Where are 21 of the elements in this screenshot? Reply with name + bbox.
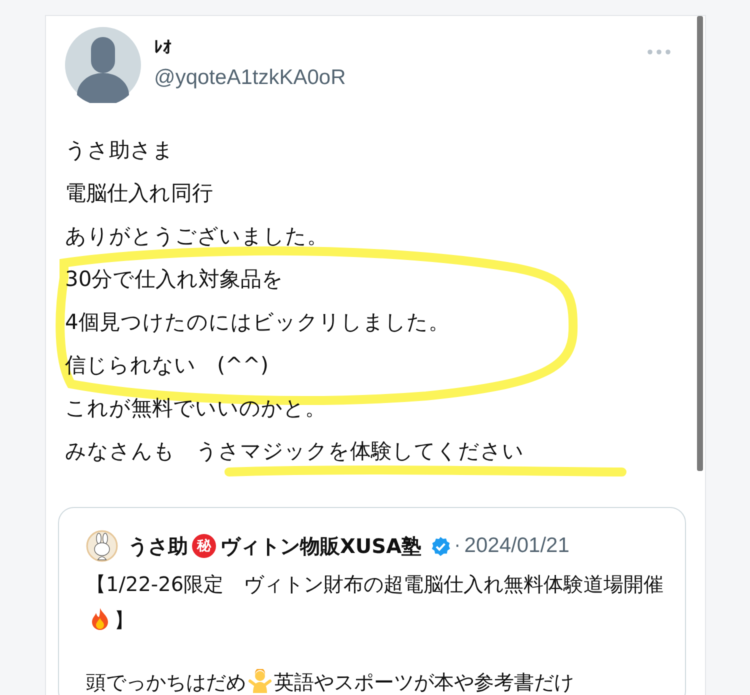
quoted-date[interactable]: 2024/01/21	[464, 534, 570, 558]
tweet-text-line: うさ助さま	[65, 138, 174, 162]
quoted-text: 英語やスポーツが本や参考書だけ	[274, 670, 574, 694]
tweet-text-line: みなさんも うさマジックを体験してください	[65, 439, 524, 463]
tweet-text-line: 4個見つけたのにはビックリしました。	[65, 310, 450, 334]
secret-badge: 秘	[192, 534, 216, 558]
avatar-icon[interactable]	[65, 27, 141, 103]
scrollbar[interactable]	[697, 16, 703, 471]
person-gesture-icon	[248, 669, 272, 693]
rabbit-avatar-icon[interactable]	[86, 530, 118, 562]
quoted-author-name[interactable]: うさ助	[128, 532, 188, 560]
tweet-text-line: 電脳仕入れ同行	[65, 181, 213, 205]
tweet-text-line: ありがとうございました。	[65, 224, 328, 248]
author-name[interactable]: ﾚｵ	[154, 37, 346, 59]
author-handle[interactable]: @yqoteA1tzkKA0oR	[154, 63, 346, 93]
quoted-text: 頭でっかちはだめ	[86, 670, 246, 694]
quoted-text: 【1/22-26限定 ヴィトン財布の超電脳仕入れ無料体験道場開催	[86, 572, 664, 596]
quoted-tweet[interactable]: うさ助 秘 ヴィトン物販XUSA塾 · 2024/01/21 【1/22-26限定 ヴィトン財布の超電脳仕入れ無料体験道場開催 】 頭でっかちはだめ 英語やスポーツが本や参考書だけ	[58, 507, 686, 695]
quoted-author-name[interactable]: ヴィトン物販XUSA塾	[220, 532, 422, 560]
separator-dot: ·	[454, 536, 460, 556]
quoted-text: 】	[114, 608, 134, 632]
